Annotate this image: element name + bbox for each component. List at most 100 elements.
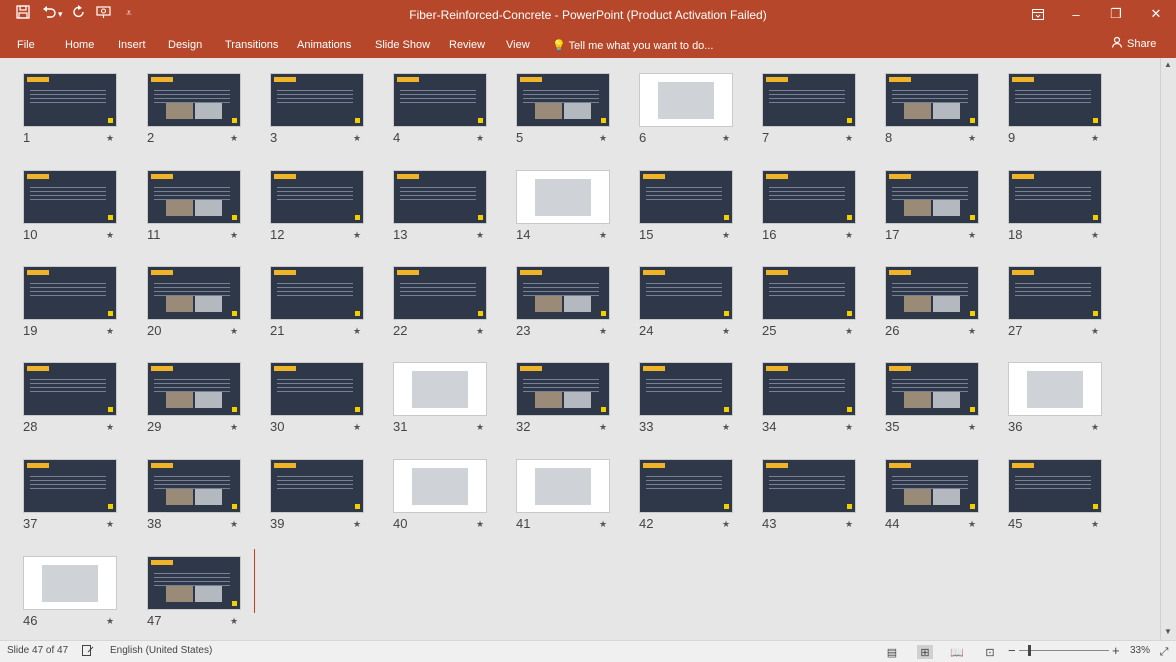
slide-thumbnail[interactable] xyxy=(762,362,856,416)
slide-thumbnail[interactable] xyxy=(393,459,487,513)
slide-thumbnail[interactable] xyxy=(23,266,117,320)
transition-star-icon[interactable]: ★ xyxy=(722,422,730,433)
zoom-in-button[interactable]: + xyxy=(1112,643,1120,658)
transition-star-icon[interactable]: ★ xyxy=(968,422,976,433)
slide-thumbnail[interactable] xyxy=(270,170,364,224)
slide-thumbnail[interactable] xyxy=(516,266,610,320)
transition-star-icon[interactable]: ★ xyxy=(845,230,853,241)
transition-star-icon[interactable]: ★ xyxy=(353,230,361,241)
tab-review[interactable]: Review xyxy=(449,39,485,51)
slide-thumbnail[interactable] xyxy=(147,73,241,127)
slide-thumbnail[interactable] xyxy=(270,459,364,513)
transition-star-icon[interactable]: ★ xyxy=(1091,326,1099,337)
slide-thumbnail[interactable] xyxy=(516,73,610,127)
vertical-scrollbar[interactable]: ▲ ▼ xyxy=(1160,58,1176,640)
transition-star-icon[interactable]: ★ xyxy=(106,519,114,530)
tab-file[interactable]: File xyxy=(17,39,35,51)
transition-star-icon[interactable]: ★ xyxy=(106,422,114,433)
scroll-up-icon[interactable]: ▲ xyxy=(1164,60,1172,69)
transition-star-icon[interactable]: ★ xyxy=(230,422,238,433)
slide-sorter-view-icon[interactable]: ⊞ xyxy=(917,645,933,659)
transition-star-icon[interactable]: ★ xyxy=(1091,230,1099,241)
restore-button[interactable]: ❐ xyxy=(1106,5,1126,23)
slide-thumbnail[interactable] xyxy=(147,266,241,320)
slide-thumbnail[interactable] xyxy=(639,362,733,416)
transition-star-icon[interactable]: ★ xyxy=(353,422,361,433)
transition-star-icon[interactable]: ★ xyxy=(230,519,238,530)
tab-slide-show[interactable]: Slide Show xyxy=(375,39,430,51)
transition-star-icon[interactable]: ★ xyxy=(230,230,238,241)
transition-star-icon[interactable]: ★ xyxy=(353,326,361,337)
zoom-slider-thumb[interactable] xyxy=(1028,645,1031,656)
slide-thumbnail[interactable] xyxy=(516,362,610,416)
minimize-button[interactable]: – xyxy=(1066,5,1086,23)
transition-star-icon[interactable]: ★ xyxy=(599,422,607,433)
slide-thumbnail[interactable] xyxy=(639,73,733,127)
transition-star-icon[interactable]: ★ xyxy=(599,133,607,144)
slide-thumbnail[interactable] xyxy=(393,362,487,416)
slide-thumbnail[interactable] xyxy=(639,266,733,320)
close-button[interactable]: ✕ xyxy=(1146,5,1166,23)
slide-show-view-icon[interactable]: ⊡ xyxy=(982,645,998,659)
ribbon-display-options-icon[interactable] xyxy=(1028,5,1048,23)
transition-star-icon[interactable]: ★ xyxy=(722,519,730,530)
transition-star-icon[interactable]: ★ xyxy=(845,422,853,433)
slide-thumbnail[interactable] xyxy=(885,266,979,320)
zoom-out-button[interactable]: − xyxy=(1008,643,1016,658)
slide-thumbnail[interactable] xyxy=(516,170,610,224)
slide-thumbnail[interactable] xyxy=(147,556,241,610)
tab-home[interactable]: Home xyxy=(65,39,94,51)
transition-star-icon[interactable]: ★ xyxy=(476,326,484,337)
spellcheck-icon[interactable] xyxy=(82,645,94,659)
transition-star-icon[interactable]: ★ xyxy=(722,133,730,144)
tab-insert[interactable]: Insert xyxy=(118,39,146,51)
transition-star-icon[interactable]: ★ xyxy=(845,326,853,337)
language-status[interactable]: English (United States) xyxy=(110,645,212,656)
slide-thumbnail[interactable] xyxy=(639,459,733,513)
transition-star-icon[interactable]: ★ xyxy=(106,230,114,241)
slide-thumbnail[interactable] xyxy=(885,362,979,416)
slide-thumbnail[interactable] xyxy=(147,170,241,224)
transition-star-icon[interactable]: ★ xyxy=(106,616,114,627)
tab-animations[interactable]: Animations xyxy=(297,39,351,51)
notes-view-icon[interactable]: ▤ xyxy=(884,645,900,659)
slide-thumbnail[interactable] xyxy=(23,362,117,416)
slide-thumbnail[interactable] xyxy=(23,73,117,127)
transition-star-icon[interactable]: ★ xyxy=(968,230,976,241)
transition-star-icon[interactable]: ★ xyxy=(722,326,730,337)
slide-thumbnail[interactable] xyxy=(516,459,610,513)
slide-thumbnail[interactable] xyxy=(885,459,979,513)
scroll-down-icon[interactable]: ▼ xyxy=(1164,627,1172,636)
transition-star-icon[interactable]: ★ xyxy=(230,616,238,627)
slide-thumbnail[interactable] xyxy=(639,170,733,224)
transition-star-icon[interactable]: ★ xyxy=(106,326,114,337)
transition-star-icon[interactable]: ★ xyxy=(1091,422,1099,433)
transition-star-icon[interactable]: ★ xyxy=(1091,519,1099,530)
slide-thumbnail[interactable] xyxy=(1008,266,1102,320)
fit-to-window-icon[interactable]: ⤢ xyxy=(1156,645,1172,659)
transition-star-icon[interactable]: ★ xyxy=(230,133,238,144)
transition-star-icon[interactable]: ★ xyxy=(476,422,484,433)
slide-thumbnail[interactable] xyxy=(762,170,856,224)
transition-star-icon[interactable]: ★ xyxy=(968,519,976,530)
share-button[interactable]: Share xyxy=(1111,36,1156,51)
slide-thumbnail[interactable] xyxy=(393,73,487,127)
slide-thumbnail[interactable] xyxy=(393,170,487,224)
reading-view-icon[interactable]: 📖 xyxy=(949,645,965,659)
slide-thumbnail[interactable] xyxy=(1008,170,1102,224)
transition-star-icon[interactable]: ★ xyxy=(230,326,238,337)
transition-star-icon[interactable]: ★ xyxy=(106,133,114,144)
transition-star-icon[interactable]: ★ xyxy=(599,326,607,337)
transition-star-icon[interactable]: ★ xyxy=(353,519,361,530)
slide-thumbnail[interactable] xyxy=(270,266,364,320)
slide-thumbnail[interactable] xyxy=(762,266,856,320)
transition-star-icon[interactable]: ★ xyxy=(845,519,853,530)
transition-star-icon[interactable]: ★ xyxy=(599,519,607,530)
slide-thumbnail[interactable] xyxy=(1008,73,1102,127)
slide-thumbnail[interactable] xyxy=(762,73,856,127)
transition-star-icon[interactable]: ★ xyxy=(476,230,484,241)
transition-star-icon[interactable]: ★ xyxy=(599,230,607,241)
slide-thumbnail[interactable] xyxy=(23,170,117,224)
transition-star-icon[interactable]: ★ xyxy=(845,133,853,144)
zoom-level[interactable]: 33% xyxy=(1130,645,1150,656)
